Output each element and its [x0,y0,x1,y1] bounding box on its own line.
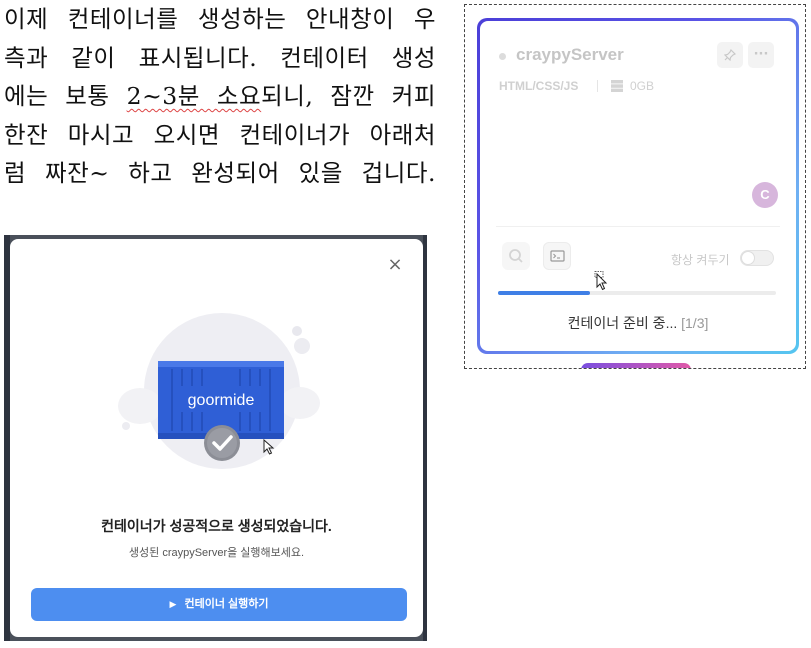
container-created-modal: × goormide 컨테이너가 성공적으로 생성되었습니다. 생성된 cray… [10,239,423,637]
container-top-rail [158,361,284,367]
mouse-cursor-icon [263,439,275,455]
container-card[interactable]: craypyServer ··· HTML/CSS/JS 0GB C 항상 켜두… [480,21,796,351]
progress-status: 컨테이너 준비 중... [1/3] [480,313,796,333]
server-name: craypyServer [516,45,624,64]
terminal-button[interactable] [543,242,571,270]
search-button[interactable] [502,242,530,270]
stack-label: HTML/CSS/JS [499,79,579,93]
card-gradient-border: craypyServer ··· HTML/CSS/JS 0GB C 항상 켜두… [477,18,799,354]
avatar[interactable]: C [752,182,778,208]
storage-icon [611,80,623,92]
close-icon[interactable]: × [387,256,403,274]
storage-label: 0GB [630,79,655,93]
always-on-toggle[interactable] [740,250,774,266]
progress-fill [498,291,590,295]
more-icon[interactable]: ··· [748,42,774,68]
paragraph-line-2: 측과 같이 표시됩니다. 컨테이터 생성 [4,43,436,72]
pin-icon[interactable] [717,42,743,68]
container-illustration: goormide [118,313,320,469]
run-container-label: 컨테이너 실행하기 [184,598,269,610]
progress-bar [498,291,776,295]
paragraph-line-3: 에는 보통 2~3분 소요되니, 잠깐 커피 [4,77,436,116]
bubble-2 [294,338,310,354]
paragraph-line-1: 이제 컨테이너를 생성하는 안내창이 우 [4,5,436,33]
status-dot [499,53,506,60]
terminal-icon [550,250,565,262]
backdrop-edge-right [423,235,427,641]
paragraph-line-4: 한잔 마시고 오시면 컨테이너가 아래처 [4,120,436,149]
search-icon [509,249,523,263]
cloud-left [118,388,162,424]
mouse-cursor-icon [594,271,608,291]
play-icon: ▶ [169,599,177,609]
goormide-logo: goormide [188,392,255,409]
progress-step: [1/3] [681,315,709,331]
paragraph-line-5: 럼 짜잔~ 하고 완성되어 있을 겁니다. [4,159,436,187]
cloud-right [280,387,320,419]
spellcheck-marked-text: 2~3분 소요 [126,82,262,110]
container-card-screenshot: craypyServer ··· HTML/CSS/JS 0GB C 항상 켜두… [464,4,806,369]
progress-text: 컨테이너 준비 중... [567,315,678,331]
run-container-button[interactable]: ▶ 컨테이너 실행하기 [31,588,407,621]
modal-subtitle: 생성된 craypyServer을 실행해보세요. [128,547,305,559]
meta-separator [597,80,598,92]
paragraph-line-3-end: 되니, 잠깐 커피 [261,82,436,110]
modal-screenshot: × goormide 컨테이너가 성공적으로 생성되었습니다. 생성된 cray… [4,235,427,641]
bubble-1 [292,326,302,336]
modal-title: 컨테이너가 성공적으로 생성되었습니다. [101,518,332,534]
paragraph-line-3-start: 에는 보통 [4,82,127,110]
toggle-knob [741,251,755,265]
next-card-edge [581,363,691,368]
always-on-label: 항상 켜두기 [671,253,730,267]
card-divider [496,226,780,227]
document-paragraph: 이제 컨테이너를 생성하는 안내창이 우 측과 같이 표시됩니다. 컨테이터 생… [4,0,436,193]
bubble-3 [122,422,130,430]
